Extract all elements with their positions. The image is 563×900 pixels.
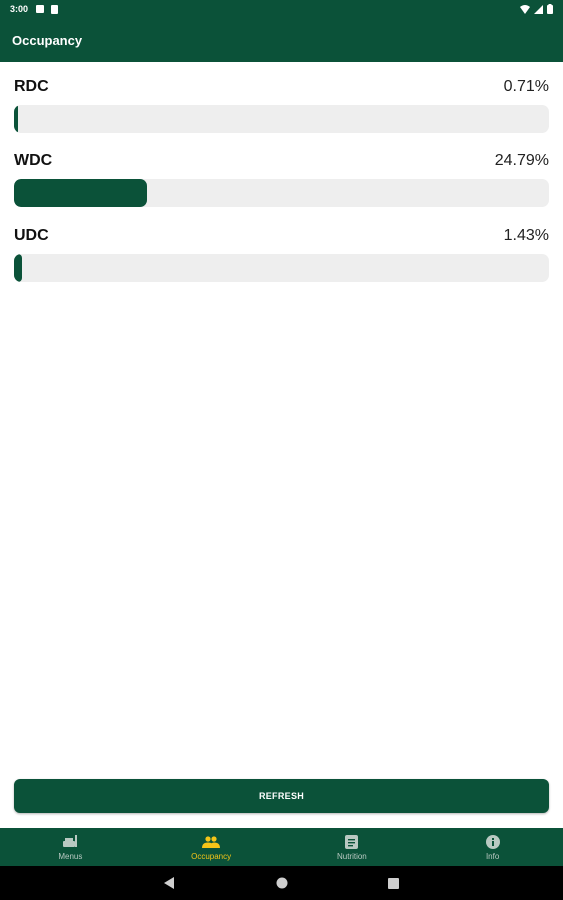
- nav-label: Nutrition: [336, 851, 367, 861]
- status-bar: 3:00: [0, 0, 563, 18]
- nav-item-menus[interactable]: Menus: [0, 828, 141, 866]
- occupancy-percent: 1.43%: [503, 227, 549, 244]
- info-icon: [485, 834, 500, 850]
- refresh-button[interactable]: REFRESH: [14, 779, 549, 813]
- occupancy-progress-bar: [14, 179, 549, 207]
- status-time: 3:00: [10, 4, 29, 14]
- app-bar: Occupancy: [0, 18, 563, 62]
- nav-label: Info: [485, 851, 500, 861]
- occupancy-progress-fill: [14, 254, 22, 282]
- recents-icon[interactable]: [388, 877, 399, 889]
- nav-label: Menus: [58, 851, 83, 861]
- occupancy-item-wdc: WDC 24.79%: [14, 152, 549, 207]
- occupancy-progress-bar: [14, 254, 549, 282]
- back-icon[interactable]: [164, 877, 176, 889]
- occupancy-progress-fill: [14, 179, 147, 207]
- bottom-nav: Menus Occupancy Nutrition Info: [0, 828, 563, 866]
- occupancy-name: RDC: [14, 78, 49, 95]
- occupancy-progress-bar: [14, 105, 549, 133]
- signal-icon: [534, 4, 543, 14]
- refresh-button-label: REFRESH: [258, 791, 305, 801]
- occupancy-progress-fill: [14, 105, 18, 133]
- people-icon: [202, 834, 221, 850]
- occupancy-item-udc: UDC 1.43%: [14, 227, 549, 282]
- nav-item-occupancy[interactable]: Occupancy: [141, 828, 282, 866]
- notification-icon: [36, 5, 45, 13]
- system-nav-bar: [0, 866, 563, 900]
- occupancy-percent: 24.79%: [494, 152, 549, 169]
- home-icon[interactable]: [276, 877, 288, 889]
- nav-item-nutrition[interactable]: Nutrition: [282, 828, 423, 866]
- battery-icon: [547, 4, 553, 14]
- sd-card-icon: [51, 4, 59, 14]
- nav-item-info[interactable]: Info: [422, 828, 563, 866]
- menus-icon: [62, 834, 78, 850]
- occupancy-item-rdc: RDC 0.71%: [14, 78, 549, 133]
- occupancy-percent: 0.71%: [503, 78, 549, 95]
- page-title: Occupancy: [12, 32, 83, 48]
- nav-label: Occupancy: [191, 851, 232, 861]
- occupancy-name: UDC: [14, 227, 49, 244]
- occupancy-name: WDC: [14, 152, 53, 169]
- nutrition-icon: [345, 834, 359, 850]
- wifi-icon: [520, 4, 530, 14]
